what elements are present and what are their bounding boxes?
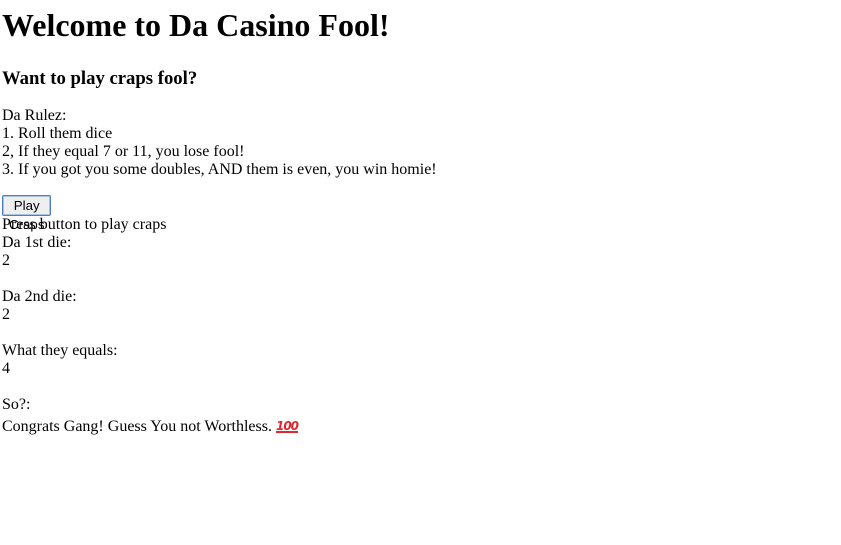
hundred-points-icon: 100 [275,419,299,433]
rules-section: Da Rulez: 1. Roll them dice 2, If they e… [2,107,437,179]
outcome-label: So?: [2,396,31,413]
rules-heading: Da Rulez: [2,107,67,124]
results-section: Press button to play craps Da 1st die: 2… [2,216,299,435]
play-craps-button[interactable]: Play Craps [2,195,52,232]
rule-item-1: 1. Roll them dice [2,125,113,142]
die2-label: Da 2nd die: [2,288,77,305]
page-subtitle: Want to play craps fool? [2,68,198,89]
outcome-text: Congrats Gang! Guess You not Worthless. [2,418,272,435]
rule-item-3: 3. If you got you some doubles, AND them… [2,161,437,178]
sum-label: What they equals: [2,342,118,359]
die1-value: 2 [2,252,10,269]
outcome-line: Congrats Gang! Guess You not Worthless. … [2,417,299,435]
rule-item-2: 2, If they equal 7 or 11, you lose fool! [2,143,245,160]
sum-value: 4 [2,360,10,377]
die2-value: 2 [2,306,10,323]
instruction-text: Press button to play craps [2,216,167,233]
die1-label: Da 1st die: [2,234,72,251]
page-title: Welcome to Da Casino Fool! [2,7,390,43]
